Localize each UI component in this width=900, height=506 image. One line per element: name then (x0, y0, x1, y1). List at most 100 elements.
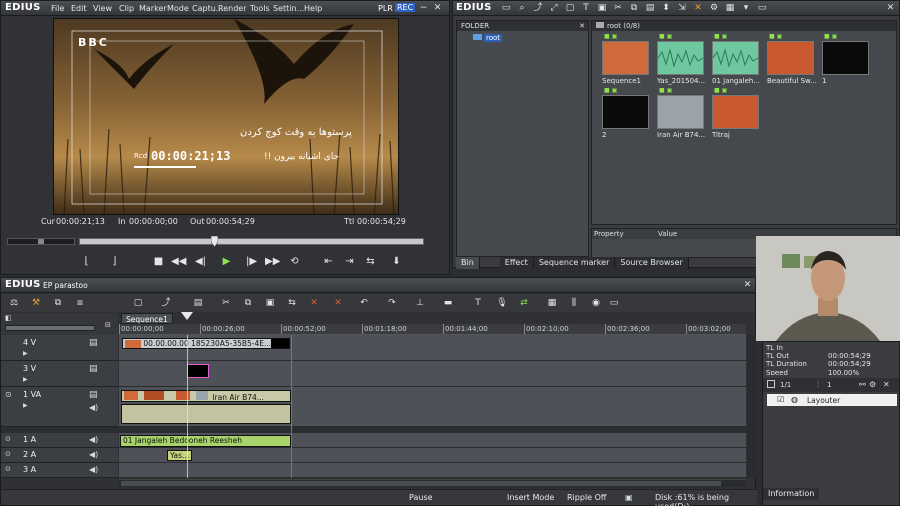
root-folder[interactable]: root (473, 34, 503, 42)
cut-icon[interactable]: ✂ (611, 2, 625, 14)
mixer-icon[interactable]: ⫼ (567, 297, 581, 309)
track-header-3a[interactable]: ⊙ 3 A ◀) (1, 463, 118, 478)
position-knob[interactable] (210, 235, 218, 248)
rewind-icon[interactable]: ◀◀ (171, 255, 186, 268)
redo-icon[interactable]: ↷ (385, 297, 399, 309)
folder-icon[interactable]: ▭ (499, 2, 513, 14)
export-icon[interactable]: ⬇ (389, 255, 404, 268)
vertical-scrollbar[interactable] (747, 335, 756, 478)
menu-view[interactable]: View (93, 4, 112, 13)
audio-link-icon[interactable]: ⊙ (5, 450, 11, 458)
render-icon[interactable]: ⇄ (517, 297, 531, 309)
loop-icon[interactable]: ⟲ (287, 255, 302, 268)
link-icon[interactable]: ⊙ (5, 390, 12, 399)
step-back-icon[interactable]: ◀| (193, 255, 208, 268)
sync-icon[interactable]: ⧉ (51, 297, 65, 309)
title-icon[interactable]: T (579, 2, 593, 14)
menu-edit[interactable]: Edit (71, 4, 87, 13)
minimize-icon[interactable]: − (418, 3, 429, 14)
menu-render[interactable]: Render (218, 4, 246, 13)
video-monitor[interactable]: BBC پرستوها به وقت کوچ کردن جای آشیانه ب… (53, 18, 399, 215)
link-icon[interactable]: ⚯ (859, 380, 866, 389)
step-forward-icon[interactable]: |▶ (244, 255, 259, 268)
checkbox-icon[interactable]: ☑ (777, 395, 784, 404)
paste-icon[interactable]: ▤ (643, 2, 657, 14)
settings-icon[interactable]: ⚙ (869, 380, 876, 389)
menu-tools[interactable]: Tools (250, 4, 270, 13)
capture-icon[interactable]: ▣ (595, 2, 609, 14)
timeline-copy-icon[interactable]: ⧉ (241, 297, 255, 309)
track-lane-3a[interactable] (119, 463, 746, 478)
replace-clip-icon[interactable]: ⇆ (285, 297, 299, 309)
clip-view-icon[interactable]: ▭ (755, 2, 769, 14)
tab-sequence-marker[interactable]: Sequence marker (533, 257, 616, 269)
plr-toggle[interactable]: PLR (378, 4, 393, 13)
insert-mode-status[interactable]: Insert Mode (507, 493, 554, 502)
shuttle-slider[interactable] (7, 238, 75, 245)
view-mode-icon[interactable]: ▦ (723, 2, 737, 14)
title-clip-4v[interactable]: 00.00.00.00 185230A5-35B5-4E... (122, 338, 290, 349)
match-frame-icon[interactable]: ⇆ (363, 255, 378, 268)
bin-clip[interactable]: ■ ▣ Titraj (712, 87, 764, 139)
menu-help[interactable]: Help (304, 4, 322, 13)
speaker-icon[interactable]: ◀) (89, 435, 98, 444)
bin-clip[interactable]: ■ ▣ 01 Jangaleh... (712, 33, 764, 85)
bin-clip[interactable]: ■ ▣ 2 (602, 87, 654, 139)
track-lane-3v[interactable] (119, 361, 746, 387)
track-header-3v[interactable]: 3 V ▶ ▤ (1, 361, 118, 387)
new-sequence-icon[interactable]: ▢ (131, 297, 145, 309)
bin-close-icon[interactable]: ✕ (885, 3, 896, 14)
close-icon[interactable]: ✕ (432, 3, 443, 14)
tab-effect[interactable]: Effect (499, 257, 534, 269)
up-folder-icon[interactable]: ⤴ (531, 2, 545, 14)
bin-clip[interactable]: ■ ▣ 1 (822, 33, 874, 85)
video-toggle-icon[interactable]: ▤ (89, 390, 98, 400)
playhead-handle[interactable] (181, 312, 193, 322)
open-project-icon[interactable]: ⤴ (159, 297, 173, 309)
replace-icon[interactable]: ⇲ (675, 2, 689, 14)
timeline-close-icon[interactable]: ✕ (742, 280, 753, 291)
properties-icon[interactable]: ⚙ (707, 2, 721, 14)
bin-clip[interactable]: ■ ▣ Yas_201504... (657, 33, 709, 85)
info-close-icon[interactable]: ✕ (883, 380, 890, 389)
lock-toggle-icon[interactable]: ◧ (5, 314, 12, 322)
timeline-title-icon[interactable]: T (471, 297, 485, 309)
marker-icon[interactable]: ⊥ (413, 297, 427, 309)
track-header-4v[interactable]: 4 V ▶ ▤ (1, 335, 118, 361)
ripple-icon[interactable]: ⚒ (29, 297, 43, 309)
ripple-delete-icon[interactable]: ✕ (331, 297, 345, 309)
track-header-1a[interactable]: ⊙ 1 A ◀) (1, 433, 118, 448)
fade-icon[interactable]: ▬ (441, 297, 455, 309)
play-icon[interactable]: ▶ (219, 255, 234, 268)
new-folder-icon[interactable]: ▢ (563, 2, 577, 14)
mode-icon[interactable]: ⚖ (7, 297, 21, 309)
menu-settings[interactable]: Settin... (273, 4, 304, 13)
bin-clip[interactable]: ■ ▣ Sequence1 (602, 33, 654, 85)
fast-forward-icon[interactable]: ▶▶ (265, 255, 280, 268)
tab-information[interactable]: Information (763, 488, 820, 500)
audio-link-icon[interactable]: ⊙ (5, 465, 11, 473)
audio-clip-2a[interactable]: Yas... (167, 450, 192, 461)
open-icon[interactable]: ⤢ (547, 2, 561, 14)
audio-part-1va[interactable] (121, 404, 291, 424)
position-slider[interactable] (79, 238, 424, 245)
track-expand-icon[interactable]: ⊟ (105, 321, 111, 329)
scrub-bar[interactable] (7, 235, 444, 248)
folder-pane-close-icon[interactable]: ✕ (579, 21, 588, 31)
audio-clip-1a[interactable]: 01 Jangaleh Bedooneh Reesheh (120, 435, 291, 447)
expand-arrow-icon[interactable]: ▶ (23, 350, 28, 357)
add-to-timeline-icon[interactable]: ⬍ (659, 2, 673, 14)
shuttle-knob[interactable] (38, 239, 44, 244)
output-icon[interactable]: ▭ (607, 297, 621, 309)
ripple-status[interactable]: Ripple Off (567, 493, 606, 502)
undo-icon[interactable]: ↶ (357, 297, 371, 309)
set-out-icon[interactable]: ⌋ (107, 255, 122, 268)
expand-arrow-icon[interactable]: ▶ (23, 402, 28, 409)
menu-clip[interactable]: Clip (119, 4, 134, 13)
video-toggle-icon[interactable]: ▤ (89, 338, 98, 348)
speaker-icon[interactable]: ◀) (89, 403, 98, 412)
speaker-icon[interactable]: ◀) (89, 450, 98, 459)
track-height-slider[interactable] (5, 325, 95, 331)
overwrite-to-timeline-icon[interactable]: ⇥ (342, 255, 357, 268)
grid-icon[interactable]: ▦ (545, 297, 559, 309)
